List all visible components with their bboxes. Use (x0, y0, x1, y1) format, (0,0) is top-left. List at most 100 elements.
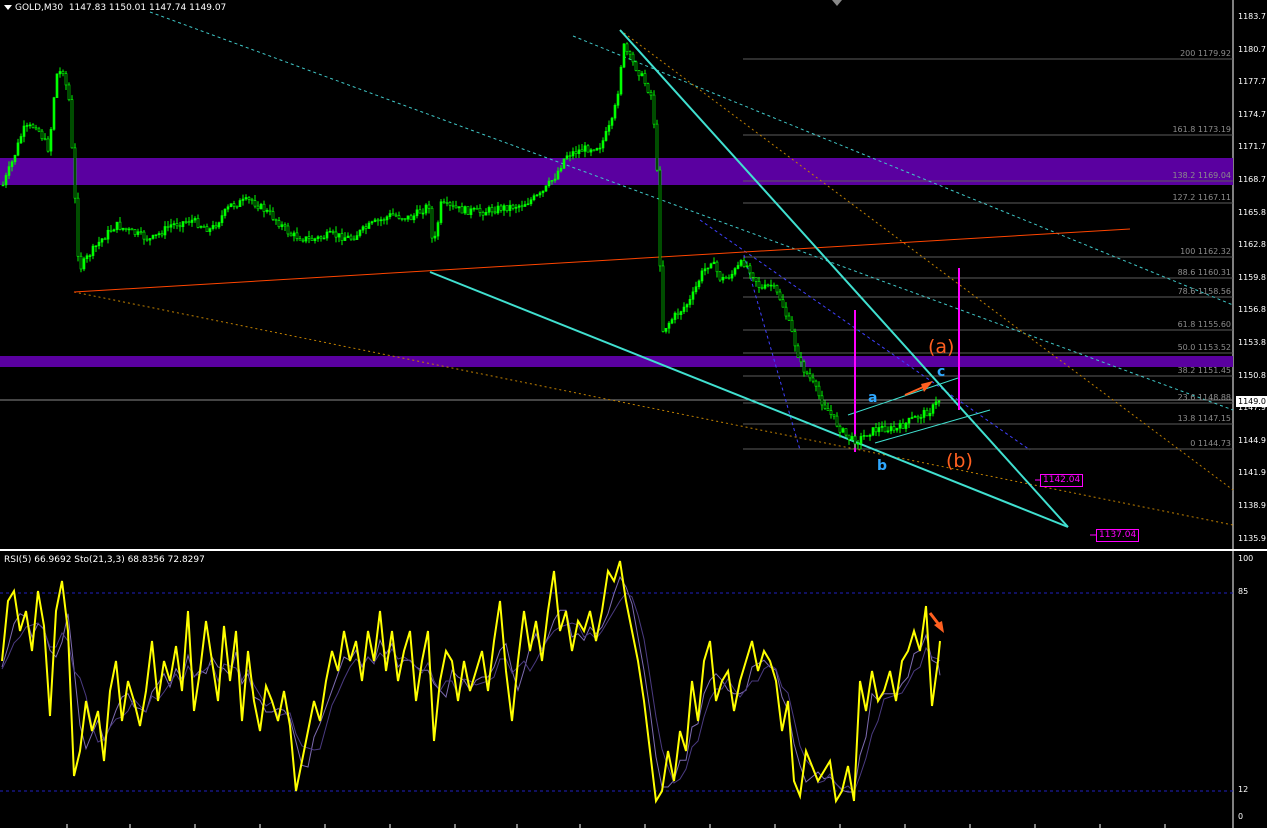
symbol-label: GOLD,M30 (15, 3, 64, 13)
candle-body (280, 224, 284, 227)
candle-body (850, 436, 854, 440)
candle-body (145, 238, 149, 241)
candle-body (25, 125, 29, 127)
fibo-level-label: 88.6 1160.31 (1177, 268, 1231, 277)
candle-body (730, 273, 734, 279)
candle-body (595, 148, 599, 151)
candle-body (613, 104, 617, 119)
candle-body (871, 427, 875, 436)
price-tick: 1135.9 (1238, 533, 1266, 543)
candle-body (544, 185, 548, 192)
candle-body (130, 228, 134, 231)
candle-body (121, 227, 125, 230)
target-price-2[interactable]: 1137.04 (1096, 529, 1140, 542)
chart-shift-marker-icon[interactable] (832, 0, 842, 6)
candle-body (49, 129, 53, 152)
price-chart-pane[interactable]: GOLD,M30 1147.83 1150.01 1147.74 1149.07… (0, 0, 1267, 549)
candle-body (388, 213, 392, 218)
candle-body (835, 415, 839, 427)
candle-body (148, 238, 152, 241)
candle-body (163, 226, 167, 236)
candle-body (175, 223, 179, 227)
candle-body (667, 322, 671, 329)
candle-body (631, 53, 635, 63)
resistance-zone-lower (0, 356, 1233, 367)
candle-body (139, 231, 143, 233)
candle-body (688, 299, 692, 305)
candle-body (694, 286, 698, 293)
price-chart-canvas[interactable] (0, 0, 1267, 549)
candle-body (799, 357, 803, 363)
candle-body (250, 198, 254, 201)
candle-body (349, 235, 353, 240)
candle-body (223, 208, 227, 216)
candle-body (721, 277, 725, 281)
candle-body (934, 401, 938, 405)
candle-body (829, 410, 833, 415)
candle-body (520, 205, 524, 208)
candle-body (229, 203, 233, 208)
candle-body (748, 265, 752, 274)
candle-body (124, 227, 128, 230)
candle-body (412, 215, 416, 221)
candle-body (772, 284, 776, 287)
candle-body (640, 73, 644, 77)
candle-body (427, 204, 431, 209)
target-price-1[interactable]: 1142.04 (1040, 474, 1084, 487)
candle-body (463, 206, 467, 214)
candle-body (52, 97, 56, 130)
candle-body (823, 404, 827, 409)
candle-body (922, 410, 926, 418)
oscillator-canvas[interactable] (0, 551, 1267, 828)
wave-arrow-shaft (904, 383, 931, 396)
candle-body (760, 287, 764, 289)
price-tick: 1162.8 (1238, 240, 1266, 250)
candle-body (166, 226, 170, 228)
candle-body (40, 130, 44, 140)
chart-header: GOLD,M30 1147.83 1150.01 1147.74 1149.07 (4, 3, 226, 13)
candle-body (793, 331, 797, 347)
candle-body (598, 147, 602, 150)
candle-body (241, 198, 245, 201)
price-tick: 1138.9 (1238, 501, 1266, 510)
candle-body (574, 151, 578, 154)
candle-body (865, 435, 869, 437)
candle-body (397, 215, 401, 219)
candle-body (400, 218, 404, 220)
candle-body (604, 131, 608, 141)
price-tick: 1165.8 (1238, 207, 1266, 217)
candle-body (328, 230, 332, 233)
oscillator-pane[interactable]: RSI(5) 66.9692 Sto(21,3,3) 68.8356 72.82… (0, 551, 1267, 828)
candle-body (928, 413, 932, 417)
candle-body (514, 207, 518, 209)
candle-body (571, 151, 575, 157)
candle-body (247, 197, 251, 200)
candle-body (112, 229, 116, 232)
candle-body (334, 231, 338, 238)
candle-body (892, 426, 896, 431)
candle-body (784, 306, 788, 317)
candle-body (568, 155, 572, 158)
candle-body (472, 207, 476, 210)
candle-body (481, 212, 485, 216)
price-tick: 1159.8 (1238, 272, 1266, 282)
candle-body (499, 205, 503, 211)
candle-body (586, 145, 590, 153)
candle-body (70, 99, 74, 149)
candle-body (733, 268, 737, 275)
candle-body (832, 414, 836, 417)
candle-body (109, 229, 113, 232)
candle-body (136, 231, 140, 235)
candle-body (448, 202, 452, 206)
candle-body (7, 166, 11, 176)
candle-body (769, 284, 773, 287)
candle-body (496, 205, 500, 214)
candle-body (517, 205, 521, 208)
candle-body (244, 197, 248, 200)
candle-body (169, 224, 173, 228)
candle-body (298, 238, 302, 241)
candle-body (715, 261, 719, 273)
candle-body (490, 207, 494, 213)
candle-body (73, 147, 77, 199)
dropdown-triangle-icon[interactable] (4, 5, 12, 10)
